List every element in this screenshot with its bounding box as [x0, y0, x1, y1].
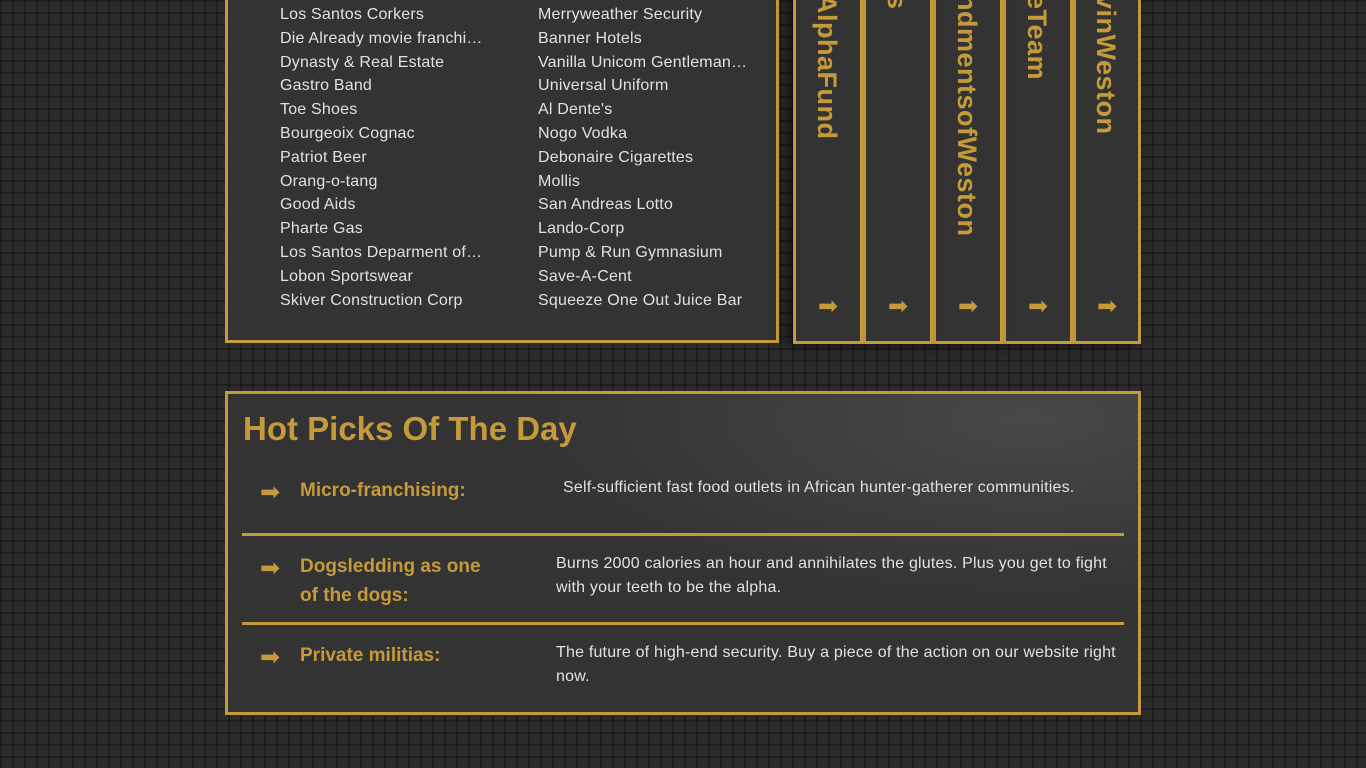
- client-item: Pump & Run Gymnasium: [538, 241, 758, 265]
- arrow-right-icon: ➡: [957, 293, 979, 320]
- hot-picks-title: Hot Picks Of The Day: [243, 410, 577, 447]
- arrow-right-icon: ➡: [260, 644, 281, 671]
- clients-list-right: Merryweather Security Banner Hotels Vani…: [538, 3, 758, 312]
- hot-pick-desc: The future of high-end security. Buy a p…: [556, 644, 1116, 685]
- client-item: Dynasty & Real Estate: [280, 51, 495, 75]
- tab-the-team[interactable]: eTeam ➡: [1003, 0, 1073, 344]
- hot-pick-desc: Self-sufficient fast food outlets in Afr…: [563, 479, 1075, 496]
- arrow-right-icon: ➡: [260, 555, 281, 582]
- hot-pick-name: Private militias:: [300, 645, 441, 666]
- tab-alpha-fund[interactable]: AlphaFund ➡: [793, 0, 863, 344]
- hot-pick-name: Dogsledding as one of the dogs:: [300, 556, 481, 606]
- client-item: Lobon Sportswear: [280, 265, 495, 289]
- arrow-right-icon: ➡: [260, 479, 281, 506]
- clients-list-left: Los Santos Corkers Die Already movie fra…: [280, 3, 495, 312]
- tab-label: ndmentsofWeston: [952, 0, 982, 237]
- client-item: Die Already movie franchi…: [280, 27, 495, 51]
- hot-pick-item: ➡ Private militias: The future of high-e…: [242, 639, 1124, 699]
- tab-label: AlphaFund: [812, 0, 842, 140]
- client-item: Universal Uniform: [538, 74, 758, 98]
- hot-pick-item: ➡ Dogsledding as one of the dogs: Burns …: [242, 550, 1124, 620]
- client-item: Debonaire Cigarettes: [538, 146, 758, 170]
- client-item: Toe Shoes: [280, 98, 495, 122]
- client-item: San Andreas Lotto: [538, 193, 758, 217]
- arrow-right-icon: ➡: [1027, 293, 1049, 320]
- tab-2[interactable]: s ➡: [863, 0, 933, 344]
- hot-pick-desc: Burns 2000 calories an hour and annihila…: [556, 555, 1107, 596]
- tab-devin-weston[interactable]: vinWeston ➡: [1073, 0, 1141, 344]
- tab-label: eTeam: [1022, 0, 1052, 81]
- client-item: Squeeze One Out Juice Bar: [538, 289, 758, 313]
- arrow-right-icon: ➡: [887, 293, 909, 320]
- client-item: Gastro Band: [280, 74, 495, 98]
- divider: [242, 622, 1124, 625]
- page: Los Santos Corkers Die Already movie fra…: [0, 0, 1366, 768]
- client-item: Pharte Gas: [280, 217, 495, 241]
- client-item: Vanilla Unicom Gentleman…: [538, 51, 758, 75]
- client-item: Los Santos Deparment of…: [280, 241, 495, 265]
- arrow-right-icon: ➡: [817, 293, 839, 320]
- client-item: Los Santos Corkers: [280, 3, 495, 27]
- client-item: Save-A-Cent: [538, 265, 758, 289]
- tab-label: vinWeston: [1091, 0, 1121, 135]
- tab-commandments-of-weston[interactable]: ndmentsofWeston ➡: [933, 0, 1003, 344]
- client-item: Banner Hotels: [538, 27, 758, 51]
- hot-picks-panel: Hot Picks Of The Day ➡ Micro-franchising…: [225, 391, 1141, 715]
- divider: [242, 533, 1124, 536]
- client-item: Nogo Vodka: [538, 122, 758, 146]
- client-item: Mollis: [538, 170, 758, 194]
- clients-panel: Los Santos Corkers Die Already movie fra…: [225, 0, 779, 343]
- hot-pick-name: Micro-franchising:: [300, 480, 466, 501]
- client-item: Lando-Corp: [538, 217, 758, 241]
- client-item: Bourgeoix Cognac: [280, 122, 495, 146]
- client-item: Good Aids: [280, 193, 495, 217]
- client-item: Al Dente's: [538, 98, 758, 122]
- arrow-right-icon: ➡: [1096, 293, 1118, 320]
- tab-label: s: [882, 0, 912, 10]
- client-item: Patriot Beer: [280, 146, 495, 170]
- hot-pick-item: ➡ Micro-franchising: Self-sufficient fas…: [242, 474, 1124, 534]
- client-item: Orang-o-tang: [280, 170, 495, 194]
- client-item: Skiver Construction Corp: [280, 289, 495, 313]
- client-item: Merryweather Security: [538, 3, 758, 27]
